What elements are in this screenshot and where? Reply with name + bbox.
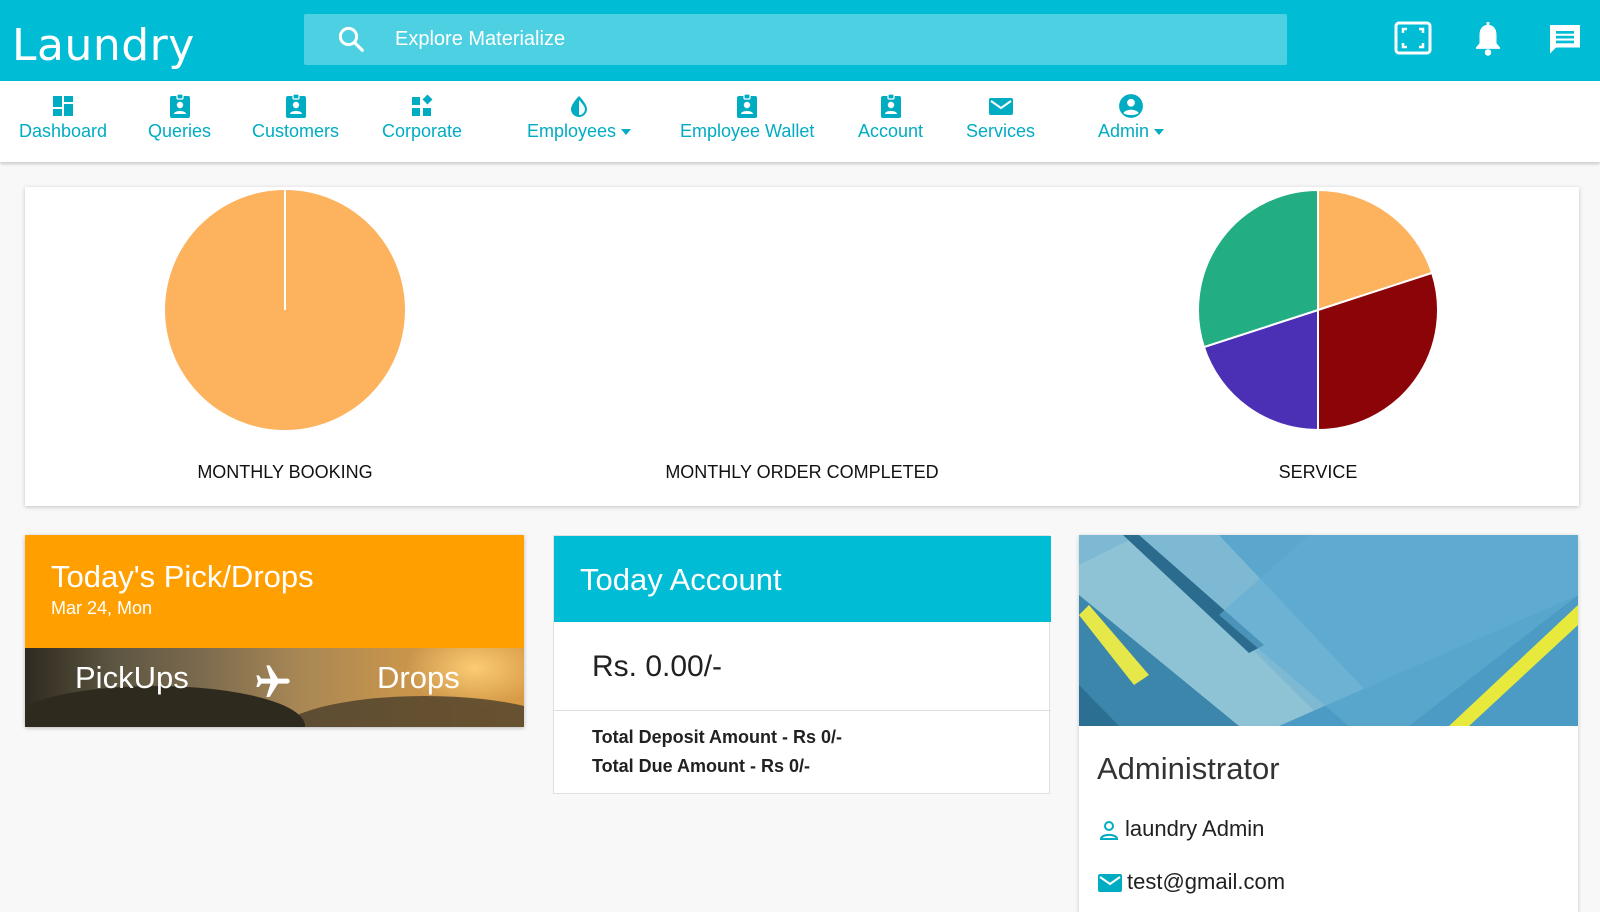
charts-card: MONTHLY BOOKING MONTHLY ORDER COMPLETED … bbox=[25, 187, 1579, 506]
search-icon[interactable] bbox=[336, 24, 366, 54]
pickdrops-title: Today's Pick/Drops bbox=[51, 559, 314, 594]
nav-label: Corporate bbox=[382, 121, 463, 141]
nav-queries[interactable]: Queries bbox=[148, 93, 211, 142]
divider bbox=[554, 710, 1051, 711]
nav-label: Customers bbox=[252, 121, 340, 141]
airplane-icon bbox=[256, 665, 290, 697]
chart-title: MONTHLY BOOKING bbox=[197, 462, 373, 482]
total-due: Total Due Amount - Rs 0/- bbox=[592, 756, 810, 776]
nav-label: Admin bbox=[1098, 121, 1150, 141]
account-circle-icon bbox=[1119, 94, 1143, 118]
fullscreen-icon[interactable] bbox=[1394, 20, 1432, 56]
chevron-down-icon bbox=[1154, 129, 1165, 136]
nav-dashboard[interactable]: Dashboard bbox=[19, 93, 107, 142]
nav-label: Employee Wallet bbox=[680, 121, 815, 141]
badge-icon bbox=[169, 93, 190, 118]
nav-services[interactable]: Services bbox=[966, 93, 1035, 142]
admin-profile-card: Administrator laundry Admin test@gmail.c… bbox=[1079, 535, 1578, 912]
admin-email[interactable]: test@gmail.com bbox=[1127, 869, 1285, 894]
nav-customers[interactable]: Customers bbox=[252, 93, 339, 142]
admin-name: laundry Admin bbox=[1125, 816, 1265, 841]
pickdrops-header: Today's Pick/Drops Mar 24, Mon bbox=[25, 535, 524, 648]
brand-logo[interactable]: Laundry bbox=[12, 20, 195, 71]
total-deposit: Total Deposit Amount - Rs 0/- bbox=[592, 727, 842, 747]
pickups-link[interactable]: PickUps bbox=[75, 660, 189, 696]
nav-label: Services bbox=[966, 121, 1036, 141]
search-placeholder[interactable]: Explore Materialize bbox=[395, 28, 565, 51]
material-background-image bbox=[1079, 535, 1578, 726]
bell-icon[interactable] bbox=[1471, 20, 1505, 58]
search-bar[interactable]: Explore Materialize bbox=[304, 14, 1287, 65]
dashboard-icon bbox=[53, 96, 74, 116]
admin-name-row: laundry Admin bbox=[1097, 816, 1264, 843]
nav-corporate[interactable]: Corporate bbox=[382, 93, 462, 142]
hill-shape bbox=[275, 696, 524, 727]
nav-label: Dashboard bbox=[19, 121, 108, 141]
nav-employees[interactable]: Employees bbox=[527, 93, 632, 142]
pickdrops-card: Today's Pick/Drops Mar 24, Mon PickUps D… bbox=[25, 535, 524, 727]
nav-label: Queries bbox=[148, 121, 212, 141]
main-nav: Dashboard Queries Customers Corporate Em… bbox=[0, 81, 1600, 162]
monthly-booking-chart bbox=[165, 190, 405, 430]
chat-icon[interactable] bbox=[1547, 22, 1583, 58]
account-amount: Rs. 0.00/- bbox=[592, 650, 723, 683]
nav-label: Employees bbox=[527, 121, 617, 141]
chart-title: MONTHLY ORDER COMPLETED bbox=[665, 462, 939, 482]
service-chart bbox=[1197, 188, 1439, 432]
nav-label: Account bbox=[858, 121, 924, 141]
account-title: Today Account bbox=[580, 562, 782, 597]
badge-icon bbox=[737, 93, 758, 118]
badge-icon bbox=[285, 93, 306, 118]
account-header: Today Account bbox=[554, 536, 1051, 622]
pickdrops-date: Mar 24, Mon bbox=[51, 598, 153, 618]
monthly-order-completed-chart bbox=[685, 187, 931, 433]
nav-employee-wallet[interactable]: Employee Wallet bbox=[680, 93, 814, 142]
chevron-down-icon bbox=[621, 129, 632, 136]
nav-account[interactable]: Account bbox=[858, 93, 923, 142]
chart-title: SERVICE bbox=[1278, 462, 1358, 482]
mail-icon bbox=[1098, 874, 1122, 893]
today-account-card: Today Account Rs. 0.00/- Total Deposit A… bbox=[553, 535, 1051, 794]
pickdrops-background-image: PickUps Drops bbox=[25, 648, 524, 727]
admin-email-row: test@gmail.com bbox=[1097, 869, 1285, 895]
top-header: Laundry Explore Materialize bbox=[0, 0, 1600, 81]
mail-icon bbox=[988, 98, 1013, 115]
badge-icon bbox=[880, 93, 901, 118]
person-icon bbox=[1099, 821, 1119, 841]
drop-icon bbox=[571, 96, 588, 117]
widgets-icon bbox=[412, 94, 433, 116]
admin-role: Administrator bbox=[1097, 751, 1280, 786]
drops-link[interactable]: Drops bbox=[377, 660, 460, 696]
nav-admin[interactable]: Admin bbox=[1098, 93, 1165, 142]
